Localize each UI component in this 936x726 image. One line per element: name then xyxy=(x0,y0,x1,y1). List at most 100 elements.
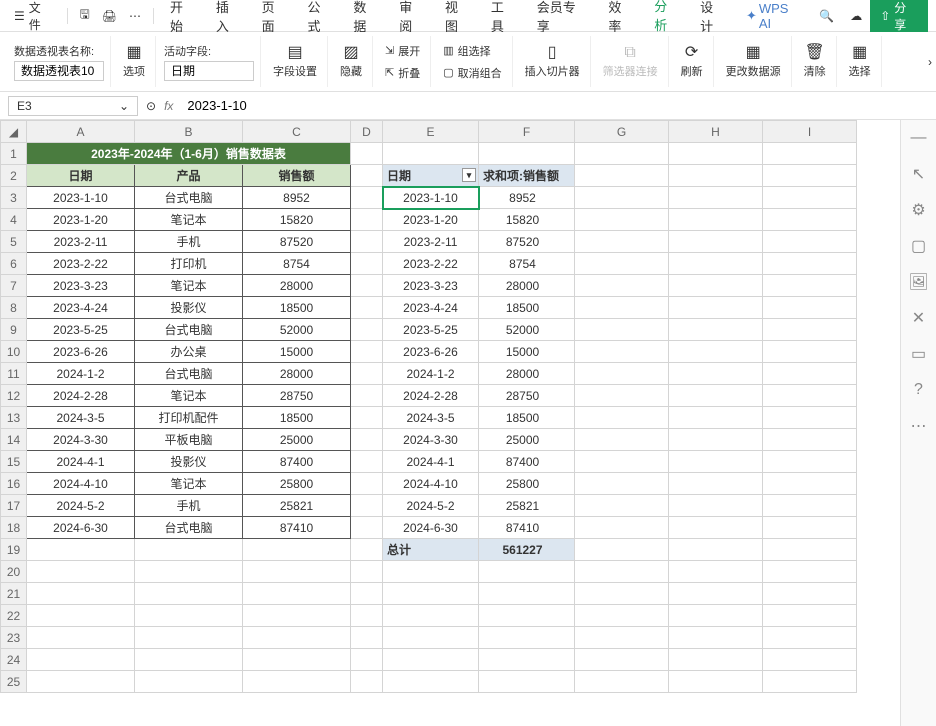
cell[interactable] xyxy=(575,341,669,363)
cell[interactable]: 15820 xyxy=(479,209,575,231)
row-header[interactable]: 12 xyxy=(1,385,27,407)
cell[interactable] xyxy=(351,671,383,693)
cell[interactable] xyxy=(479,649,575,671)
cell[interactable] xyxy=(351,627,383,649)
cell[interactable]: 2024-3-30 xyxy=(383,429,479,451)
cell[interactable] xyxy=(351,561,383,583)
row-header[interactable]: 19 xyxy=(1,539,27,561)
cell[interactable]: 日期▾ xyxy=(383,165,479,187)
cell[interactable] xyxy=(383,583,479,605)
active-field-input[interactable] xyxy=(164,61,254,81)
cell[interactable]: 25800 xyxy=(243,473,351,495)
cell[interactable] xyxy=(243,561,351,583)
cell[interactable] xyxy=(575,187,669,209)
cell[interactable] xyxy=(669,649,763,671)
row-header[interactable]: 16 xyxy=(1,473,27,495)
cell[interactable] xyxy=(383,561,479,583)
cell[interactable] xyxy=(575,605,669,627)
cell[interactable]: 2023-6-26 xyxy=(27,341,135,363)
row-header[interactable]: 22 xyxy=(1,605,27,627)
cell[interactable] xyxy=(351,275,383,297)
pivot-name-input[interactable] xyxy=(14,61,104,81)
cell[interactable]: 25821 xyxy=(479,495,575,517)
cell[interactable]: 87520 xyxy=(479,231,575,253)
cell[interactable] xyxy=(351,385,383,407)
print-icon[interactable]: 🖨 xyxy=(98,5,121,27)
cell[interactable] xyxy=(669,495,763,517)
cell[interactable]: 87410 xyxy=(479,517,575,539)
sidebar-panel-icon[interactable]: ▢ xyxy=(909,236,929,256)
cell[interactable] xyxy=(575,451,669,473)
dropdown-icon[interactable]: ▾ xyxy=(462,168,476,182)
cell[interactable] xyxy=(351,517,383,539)
cell[interactable] xyxy=(669,539,763,561)
cell[interactable] xyxy=(763,451,857,473)
formula-input[interactable] xyxy=(181,96,928,115)
cell[interactable]: 总计 xyxy=(383,539,479,561)
col-header-B[interactable]: B xyxy=(135,121,243,143)
cell[interactable]: 28000 xyxy=(243,363,351,385)
cell[interactable] xyxy=(479,671,575,693)
collapse-button[interactable]: ⇱折叠 xyxy=(381,63,424,83)
cell[interactable] xyxy=(575,671,669,693)
hide-button[interactable]: ▨ 隐藏 xyxy=(336,43,366,81)
col-header-I[interactable]: I xyxy=(763,121,857,143)
cell[interactable] xyxy=(479,583,575,605)
cell[interactable]: 25821 xyxy=(243,495,351,517)
cell[interactable]: 2024-6-30 xyxy=(383,517,479,539)
cell[interactable]: 2023年-2024年（1-6月）销售数据表 xyxy=(27,143,351,165)
cell[interactable]: 台式电脑 xyxy=(135,187,243,209)
cell[interactable]: 2023-1-20 xyxy=(27,209,135,231)
col-header-G[interactable]: G xyxy=(575,121,669,143)
row-header[interactable]: 1 xyxy=(1,143,27,165)
cell[interactable] xyxy=(479,561,575,583)
cell[interactable] xyxy=(243,539,351,561)
expand-button[interactable]: ⇲展开 xyxy=(381,41,424,61)
row-header[interactable]: 4 xyxy=(1,209,27,231)
cell[interactable] xyxy=(575,407,669,429)
change-source-button[interactable]: ▦ 更改数据源 xyxy=(722,43,785,81)
cell[interactable]: 2024-4-10 xyxy=(383,473,479,495)
search-fx-icon[interactable]: ⊙ xyxy=(146,99,156,113)
cell[interactable] xyxy=(575,165,669,187)
cell[interactable] xyxy=(575,253,669,275)
cell[interactable] xyxy=(135,605,243,627)
col-header-C[interactable]: C xyxy=(243,121,351,143)
row-header[interactable]: 11 xyxy=(1,363,27,385)
cell[interactable]: 2023-6-26 xyxy=(383,341,479,363)
cell[interactable] xyxy=(479,605,575,627)
cell[interactable]: 2024-2-28 xyxy=(27,385,135,407)
cell[interactable] xyxy=(763,319,857,341)
cell[interactable]: 平板电脑 xyxy=(135,429,243,451)
filter-connect-button[interactable]: ⧉ 筛选器连接 xyxy=(599,43,662,81)
cell[interactable]: 2024-4-10 xyxy=(27,473,135,495)
cell[interactable] xyxy=(383,605,479,627)
cell[interactable] xyxy=(243,649,351,671)
cell[interactable] xyxy=(351,143,383,165)
row-header[interactable]: 5 xyxy=(1,231,27,253)
cell[interactable] xyxy=(243,605,351,627)
cell[interactable]: 28750 xyxy=(479,385,575,407)
cell[interactable]: 2023-2-22 xyxy=(27,253,135,275)
row-header[interactable]: 15 xyxy=(1,451,27,473)
cell[interactable] xyxy=(383,671,479,693)
cell[interactable]: 求和项:销售额 xyxy=(479,165,575,187)
cell[interactable]: 8952 xyxy=(243,187,351,209)
cell[interactable] xyxy=(575,561,669,583)
row-header[interactable]: 7 xyxy=(1,275,27,297)
cell[interactable]: 笔记本 xyxy=(135,275,243,297)
cell[interactable] xyxy=(669,605,763,627)
cell[interactable] xyxy=(763,649,857,671)
cell[interactable] xyxy=(135,627,243,649)
cell[interactable] xyxy=(575,539,669,561)
cell[interactable]: 办公桌 xyxy=(135,341,243,363)
save-icon[interactable]: 🖫 xyxy=(76,1,94,30)
cell[interactable] xyxy=(351,253,383,275)
cell[interactable]: 2023-2-11 xyxy=(383,231,479,253)
cell[interactable]: 打印机配件 xyxy=(135,407,243,429)
row-header[interactable]: 18 xyxy=(1,517,27,539)
row-header[interactable]: 14 xyxy=(1,429,27,451)
cell[interactable] xyxy=(383,143,479,165)
cell[interactable] xyxy=(575,517,669,539)
cell[interactable]: 2024-5-2 xyxy=(27,495,135,517)
